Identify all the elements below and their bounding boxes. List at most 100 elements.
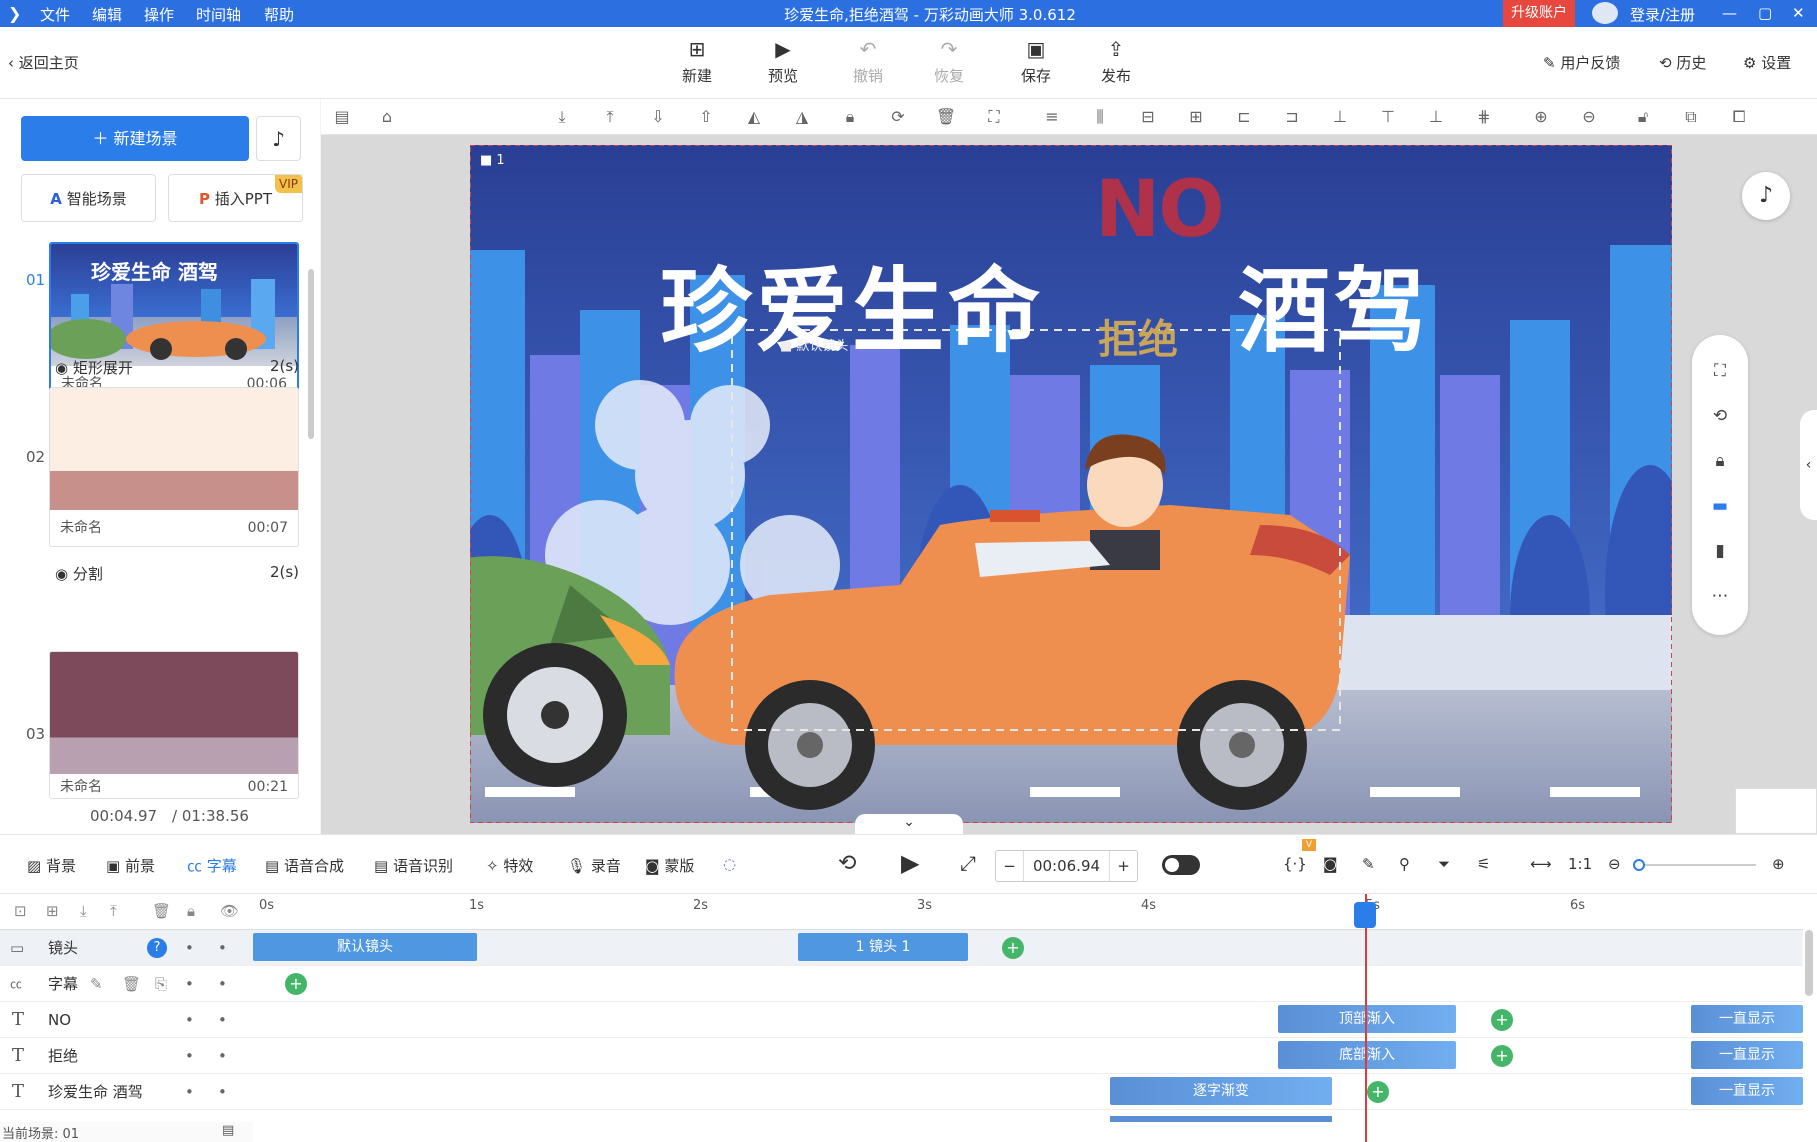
- align-middle-icon[interactable]: ⫼: [1089, 107, 1111, 127]
- time-ruler[interactable]: 0s 1s 2s 3s 4s 5s 6s: [253, 894, 1803, 930]
- snapshot-icon[interactable]: ◙: [1323, 855, 1338, 873]
- align-vtop-icon[interactable]: ⊤: [1377, 107, 1399, 127]
- delete-layer-icon[interactable]: 🗑︎: [152, 902, 171, 920]
- dot-icon[interactable]: •: [218, 1074, 227, 1110]
- zoom-in-timeline-icon[interactable]: ⊕: [1772, 855, 1785, 873]
- music-note-icon[interactable]: ♪: [1742, 172, 1790, 220]
- move-layer-up-icon[interactable]: ⤒: [110, 902, 117, 920]
- zoom-slider[interactable]: [1633, 859, 1756, 871]
- publish-button[interactable]: ⇪ 发布: [1086, 37, 1146, 86]
- close-icon[interactable]: ✕: [1792, 4, 1805, 22]
- add-keyframe-icon[interactable]: +: [285, 973, 307, 995]
- track-subtitle-area[interactable]: +: [253, 966, 1803, 1002]
- unlock-icon[interactable]: 🔓︎: [1632, 107, 1654, 127]
- upgrade-button[interactable]: 升级账户: [1503, 0, 1575, 27]
- playhead[interactable]: [1365, 894, 1367, 1142]
- play-button[interactable]: ▶: [901, 849, 919, 877]
- zoom-in-icon[interactable]: ⊕: [1530, 107, 1552, 127]
- track-subtitle[interactable]: ㏄ 字幕 ✎ 🗑︎ ⎘ • •: [0, 966, 253, 1002]
- move-up-icon[interactable]: ⇧: [695, 107, 717, 127]
- new-button[interactable]: ⊞ 新建: [667, 37, 727, 86]
- lock-icon[interactable]: 🔒︎: [839, 107, 861, 127]
- fit-screen-icon[interactable]: ⛶: [1692, 349, 1748, 394]
- flip-vertical-icon[interactable]: ◮: [791, 107, 813, 127]
- split-icon[interactable]: ⚲: [1399, 855, 1410, 873]
- distribute-h-icon[interactable]: ⊞: [1185, 107, 1207, 127]
- track-camera-area[interactable]: 默认镜头 1 镜头 1 +: [253, 930, 1803, 966]
- zoom-out-timeline-icon[interactable]: ⊖: [1608, 855, 1621, 873]
- tab-voice-recog[interactable]: ▤ 语音识别: [374, 855, 453, 876]
- camera-icon[interactable]: ■ 1: [480, 153, 505, 168]
- camera-label[interactable]: ■ 默认镜头: [780, 335, 848, 354]
- dot-icon[interactable]: •: [185, 966, 194, 1002]
- align-left-icon[interactable]: ⊏: [1233, 107, 1255, 127]
- add-keyframe-icon[interactable]: +: [1491, 1009, 1513, 1031]
- menu-file[interactable]: 文件: [40, 4, 70, 25]
- track-camera[interactable]: ▭ 镜头 ? • •: [0, 930, 253, 966]
- tab-background[interactable]: ▨ 背景: [27, 855, 76, 876]
- notes-icon[interactable]: ▤: [222, 1123, 234, 1138]
- avatar[interactable]: [1592, 2, 1618, 24]
- portrait-icon[interactable]: ▮: [1692, 529, 1748, 574]
- insert-ppt-button[interactable]: P 插入PPT VIP: [168, 174, 303, 222]
- stage-canvas[interactable]: ■ 1 NO 珍爱生命 酒驾 拒绝 ■ 默认镜头: [470, 145, 1672, 823]
- settings-link[interactable]: ⚙ 设置: [1743, 52, 1791, 73]
- align-top-icon[interactable]: ⤒: [599, 107, 621, 127]
- move-layer-down-icon[interactable]: ⤓: [80, 902, 87, 920]
- collapse-panel-icon[interactable]: ‹: [1800, 410, 1817, 520]
- plus-icon[interactable]: +: [1109, 851, 1137, 881]
- clip-bottom-fade-in[interactable]: 底部渐入: [1278, 1041, 1456, 1069]
- track-no-area[interactable]: 顶部渐入 + 一直显示: [253, 1002, 1803, 1038]
- toggle-switch[interactable]: [1162, 855, 1200, 875]
- save-button[interactable]: ▣ 保存: [1006, 37, 1066, 86]
- clip-top-fade-in[interactable]: 顶部渐入: [1278, 1005, 1456, 1033]
- tab-subtitle[interactable]: ㏄ 字幕: [187, 855, 237, 876]
- transition-item[interactable]: ◉ 分割 2(s): [55, 563, 299, 584]
- clip-always-show[interactable]: 一直显示: [1691, 1041, 1803, 1069]
- dot-icon[interactable]: •: [218, 1038, 227, 1074]
- move-down-icon[interactable]: ⇩: [647, 107, 669, 127]
- add-keyframe-icon[interactable]: +: [1002, 937, 1024, 959]
- track-no[interactable]: T NO • •: [0, 1002, 253, 1038]
- add-folder-icon[interactable]: ⊞: [46, 902, 59, 920]
- clip-always-show[interactable]: 一直显示: [1691, 1077, 1803, 1105]
- feedback-link[interactable]: ✎ 用户反馈: [1543, 52, 1620, 73]
- no-text[interactable]: NO: [1095, 165, 1225, 255]
- playhead-handle[interactable]: [1354, 902, 1376, 928]
- tab-mask[interactable]: ◙ 蒙版: [645, 855, 694, 876]
- eye-icon[interactable]: 👁︎: [220, 902, 239, 920]
- align-hcenter-icon[interactable]: ⊥: [1329, 107, 1351, 127]
- dot-icon[interactable]: •: [185, 1074, 194, 1110]
- preview-button[interactable]: ▶ 预览: [753, 37, 813, 86]
- back-home-link[interactable]: ‹ 返回主页: [8, 52, 79, 73]
- bracket-icon[interactable]: {·}: [1283, 855, 1307, 873]
- dot-icon[interactable]: •: [185, 1038, 194, 1074]
- clip-partial[interactable]: [1110, 1116, 1332, 1122]
- zoom-out-icon[interactable]: ⊖: [1578, 107, 1600, 127]
- scene-card[interactable]: 珍爱生命 酒驾 未命名 00:06: [49, 242, 299, 404]
- help-icon[interactable]: ?: [147, 938, 167, 958]
- ratio-icon[interactable]: 1:1: [1568, 855, 1592, 873]
- fit-timeline-icon[interactable]: ⟷: [1530, 855, 1552, 873]
- track-refuse-area[interactable]: 底部渐入 + 一直显示: [253, 1038, 1803, 1074]
- rotate-canvas-icon[interactable]: ⟲: [1692, 394, 1748, 439]
- add-keyframe-icon[interactable]: +: [1491, 1045, 1513, 1067]
- delete-subtitle-icon[interactable]: 🗑︎: [122, 966, 141, 1002]
- filter-icon[interactable]: ⏷: [1438, 855, 1450, 873]
- home-icon[interactable]: ⌂: [376, 107, 398, 127]
- align-right-icon[interactable]: ⊐: [1281, 107, 1303, 127]
- scene-scrollbar[interactable]: [308, 269, 314, 439]
- align-vcenter-icon[interactable]: ⋕: [1473, 107, 1495, 127]
- track-refuse[interactable]: T 拒绝 • •: [0, 1038, 253, 1074]
- flip-horizontal-icon[interactable]: ◭: [743, 107, 765, 127]
- paste-icon[interactable]: ⧠: [1728, 107, 1750, 127]
- rotate-icon[interactable]: ⟳: [887, 107, 909, 127]
- rewind-icon[interactable]: ⟲: [838, 851, 856, 876]
- import-subtitle-icon[interactable]: ⎘: [155, 966, 167, 1002]
- edit-icon[interactable]: ✎: [1362, 855, 1375, 873]
- distribute-icon[interactable]: ⊟: [1137, 107, 1159, 127]
- minimize-icon[interactable]: —: [1722, 4, 1737, 22]
- align-bottom-icon[interactable]: ⤓: [551, 107, 573, 127]
- track-main-title[interactable]: T 珍爱生命 酒驾 • •: [0, 1074, 253, 1110]
- undo-button[interactable]: ↶ 撤销: [838, 37, 898, 86]
